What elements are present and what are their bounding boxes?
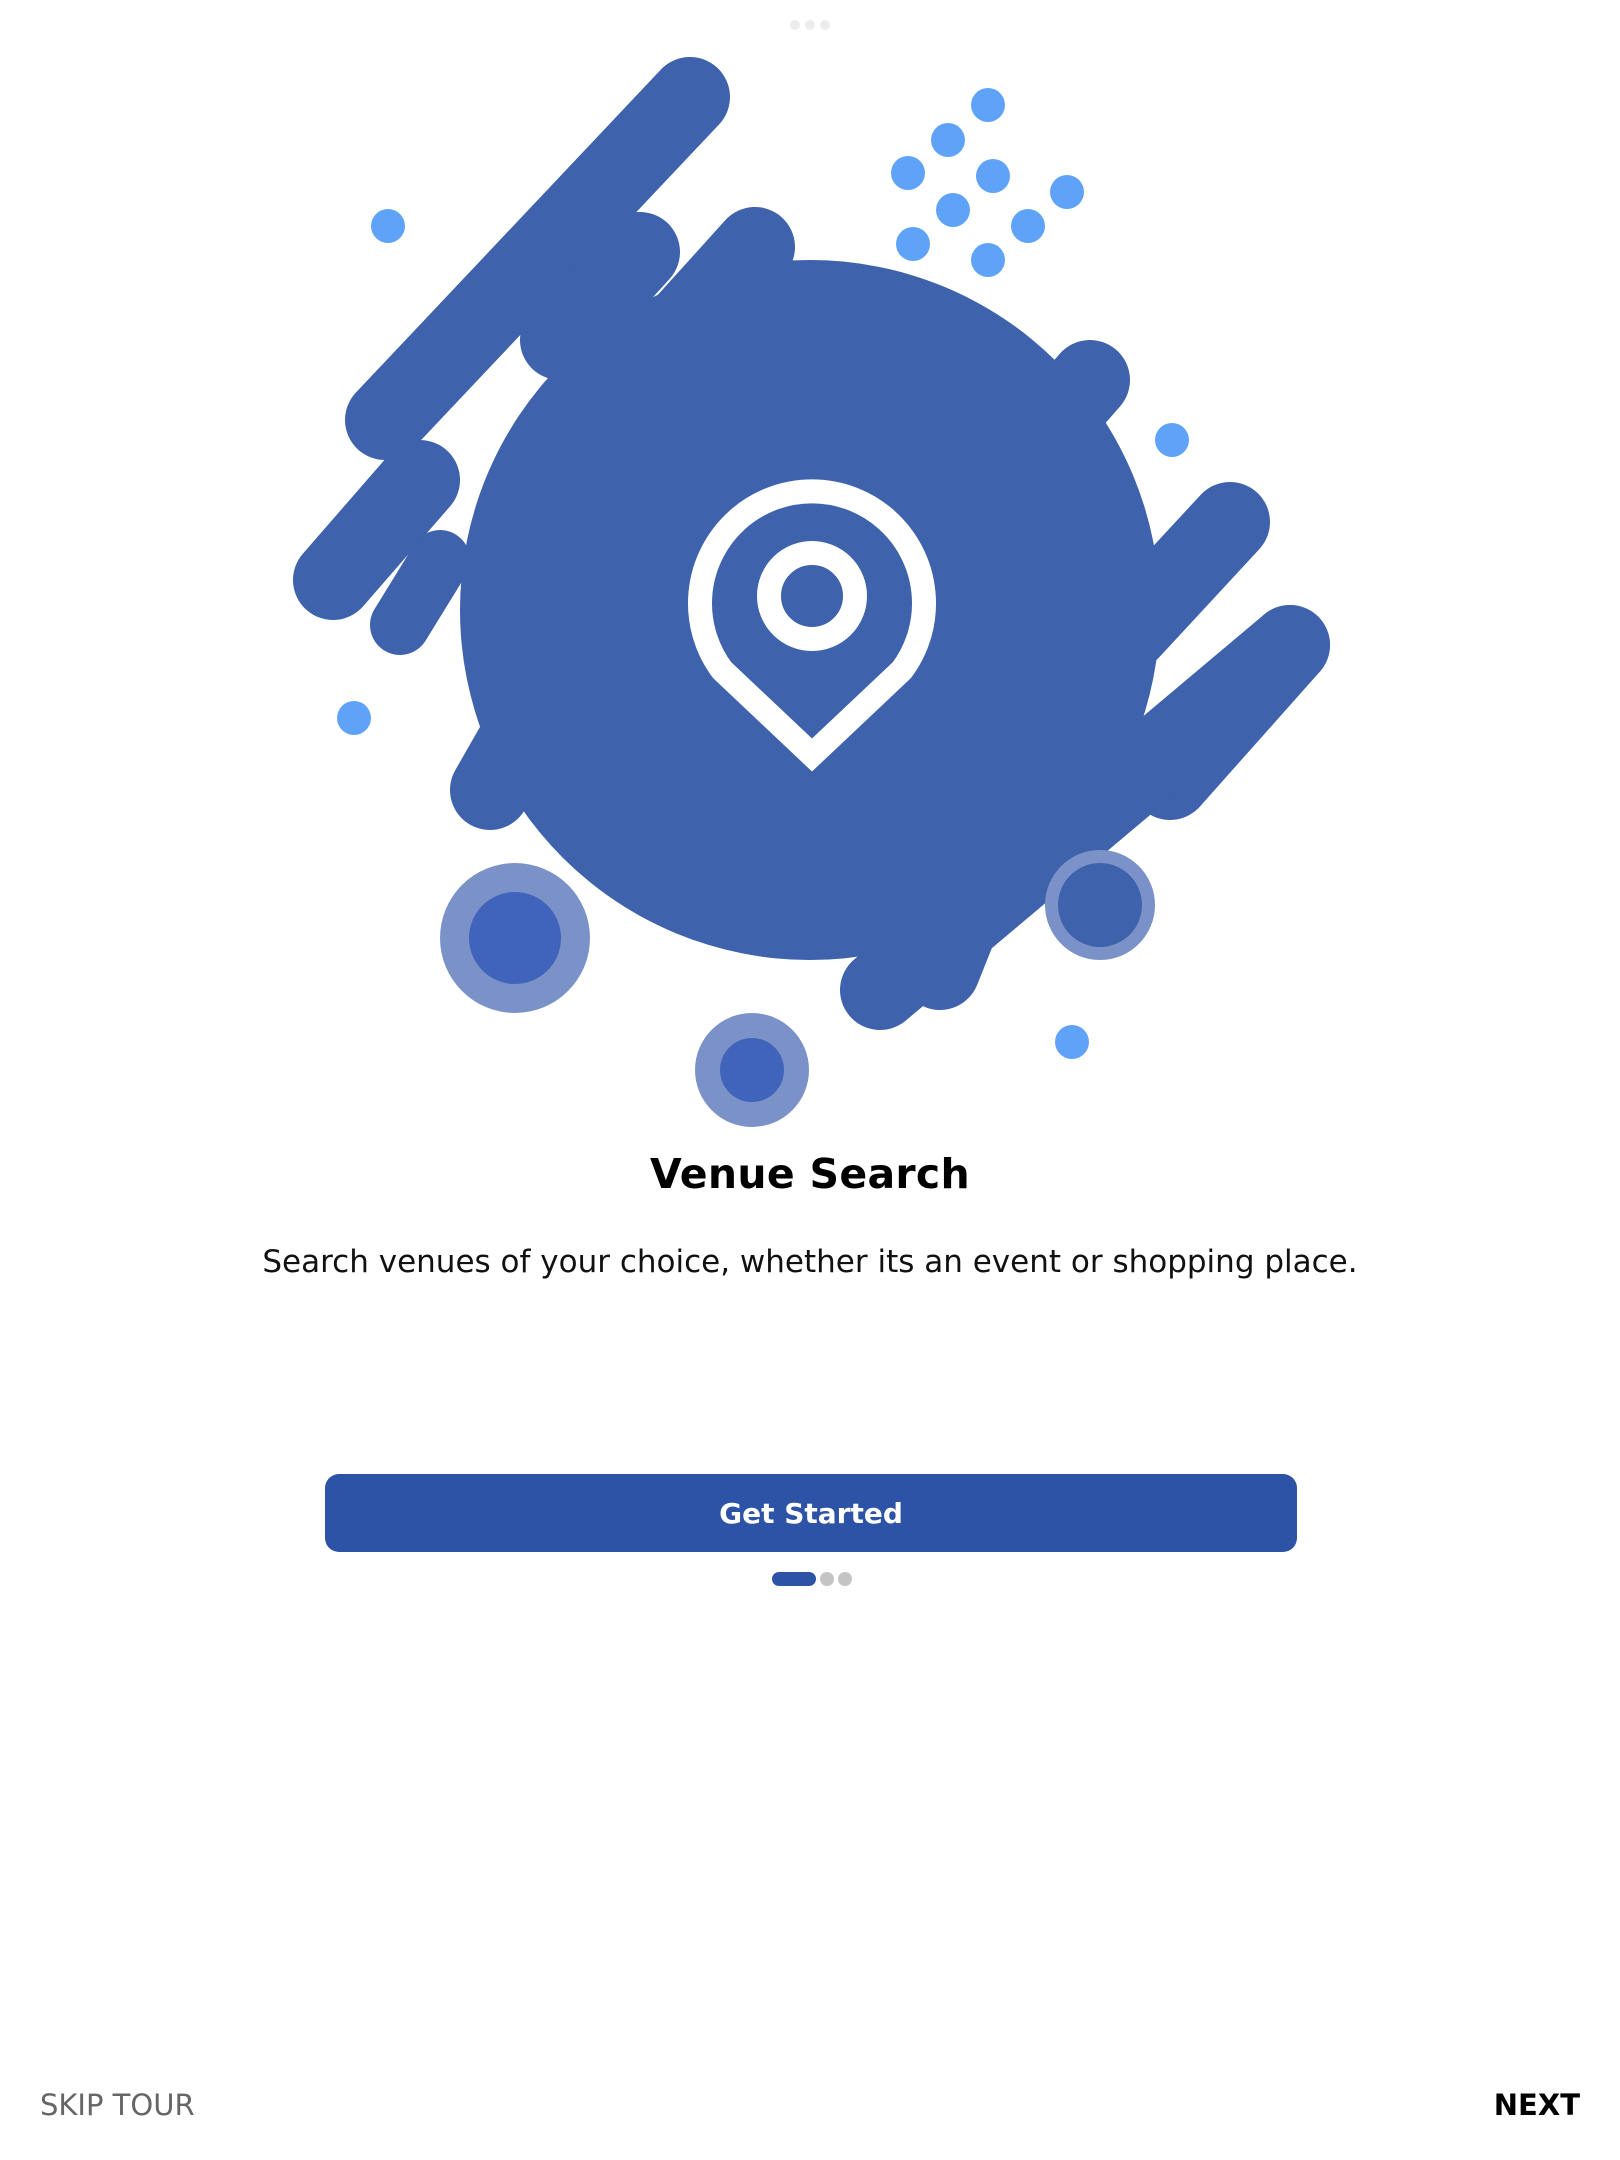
ring-decor-core <box>469 892 561 984</box>
page-indicator-dot[interactable] <box>838 1572 852 1586</box>
ring-decor-core <box>1058 863 1142 947</box>
skip-tour-button[interactable]: SKIP TOUR <box>40 2088 195 2122</box>
ring-decor-core <box>720 1038 784 1102</box>
venue-search-illustration <box>293 57 1330 1127</box>
page-title: Venue Search <box>649 1150 971 1198</box>
page-description: Search venues of your choice, whether it… <box>262 1244 1358 1280</box>
next-button[interactable]: NEXT <box>1494 2088 1580 2122</box>
page-indicator-dot-active[interactable] <box>772 1572 816 1586</box>
get-started-button[interactable]: Get Started <box>325 1474 1297 1552</box>
page-indicator <box>772 1572 852 1586</box>
page-indicator-dot[interactable] <box>820 1572 834 1586</box>
